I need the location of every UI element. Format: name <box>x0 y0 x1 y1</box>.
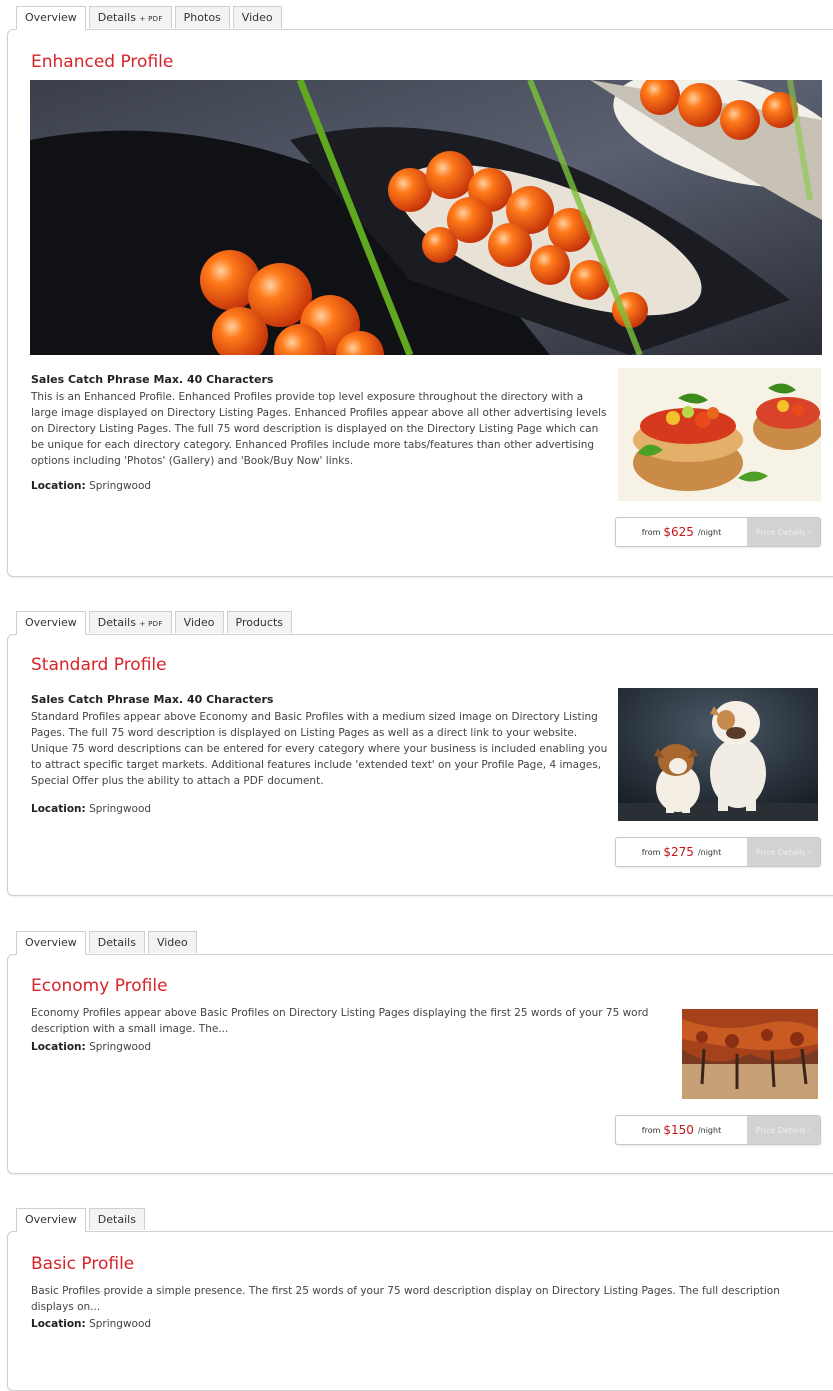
listing-card: Economy Profile Economy Profiles appear … <box>7 954 833 1174</box>
location-value: Springwood <box>89 1041 152 1053</box>
listing-title: Standard Profile <box>31 655 167 675</box>
listing-tabs: Overview Details + PDF Video Products <box>16 611 295 635</box>
listing-location: Location: Springwood <box>31 1318 151 1330</box>
location-label: Location: <box>31 803 86 815</box>
tab-products[interactable]: Products <box>226 611 292 633</box>
price-details-button[interactable]: Price Details › <box>747 838 820 866</box>
tab-details[interactable]: Details + PDF <box>88 6 172 28</box>
price-label: from $625 /night <box>641 525 722 539</box>
listing-card: Basic Profile Basic Profiles provide a s… <box>7 1231 833 1391</box>
price-amount: $275 <box>663 845 694 859</box>
tab-details[interactable]: Details <box>88 1208 145 1230</box>
catch-phrase: Sales Catch Phrase Max. 40 Characters <box>31 373 274 386</box>
tab-overview[interactable]: Overview <box>16 6 86 30</box>
price-label: from $150 /night <box>641 1123 722 1137</box>
catch-phrase: Sales Catch Phrase Max. 40 Characters <box>31 693 274 706</box>
tab-details[interactable]: Details + PDF <box>88 611 172 633</box>
price-amount: $150 <box>663 1123 694 1137</box>
listing-tabs: Overview Details <box>16 1208 148 1232</box>
location-value: Springwood <box>89 1318 152 1330</box>
price-details-button[interactable]: Price Details › <box>747 518 820 546</box>
listing-image-vineyard <box>682 1009 818 1099</box>
listing-location: Location: Springwood <box>31 803 151 815</box>
price-box: from $625 /night Price Details › <box>615 517 821 547</box>
listing-description: Standard Profiles appear above Economy a… <box>31 711 608 787</box>
listing-tabs: Overview Details Video <box>16 931 200 955</box>
tab-video[interactable]: Video <box>174 611 224 633</box>
tab-video[interactable]: Video <box>232 6 282 28</box>
price-box: from $150 /night Price Details › <box>615 1115 821 1145</box>
listing-image-bruschetta <box>618 368 821 501</box>
listing-title: Basic Profile <box>31 1254 135 1274</box>
listing-card: Standard Profile Sales Catch Phrase Max.… <box>7 634 833 896</box>
listing-description: This is an Enhanced Profile. Enhanced Pr… <box>31 391 607 467</box>
listing-description: Basic Profiles provide a simple presence… <box>31 1285 780 1313</box>
tab-overview[interactable]: Overview <box>16 931 86 955</box>
tab-video[interactable]: Video <box>147 931 197 953</box>
location-value: Springwood <box>89 480 152 492</box>
price-amount: $625 <box>663 525 694 539</box>
listing-description: Economy Profiles appear above Basic Prof… <box>31 1007 649 1035</box>
listing-title: Economy Profile <box>31 976 168 996</box>
listing-card: Enhanced Profile Sales Catch Phrase Max.… <box>7 29 833 577</box>
location-label: Location: <box>31 1041 86 1053</box>
location-value: Springwood <box>89 803 152 815</box>
hero-image-caviar <box>30 80 822 355</box>
listing-title: Enhanced Profile <box>31 52 174 72</box>
tab-overview[interactable]: Overview <box>16 611 86 635</box>
price-label: from $275 /night <box>641 845 722 859</box>
listing-location: Location: Springwood <box>31 1041 151 1053</box>
tab-photos[interactable]: Photos <box>174 6 230 28</box>
listing-tabs: Overview Details + PDF Photos Video <box>16 6 285 30</box>
price-details-button[interactable]: Price Details › <box>747 1116 820 1144</box>
tab-overview[interactable]: Overview <box>16 1208 86 1232</box>
listing-image-bulldogs <box>618 688 818 821</box>
listing-location: Location: Springwood <box>31 480 151 492</box>
location-label: Location: <box>31 1318 86 1330</box>
location-label: Location: <box>31 480 86 492</box>
price-box: from $275 /night Price Details › <box>615 837 821 867</box>
tab-details[interactable]: Details <box>88 931 145 953</box>
